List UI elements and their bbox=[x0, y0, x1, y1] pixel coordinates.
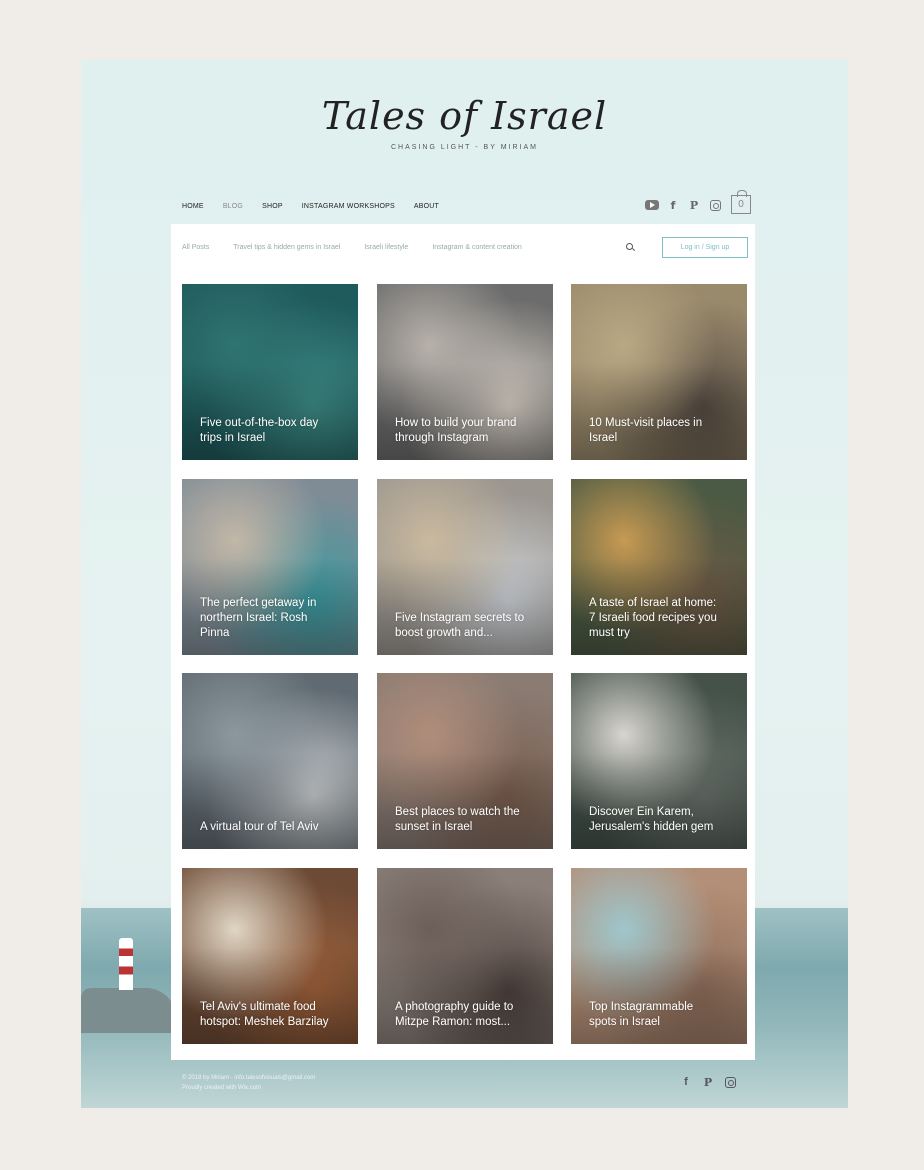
footer-facebook-icon[interactable]: f bbox=[679, 1075, 693, 1089]
logo-name: Tales of Israel bbox=[321, 94, 608, 138]
footer-copyright: © 2018 by Miriam - info.talesofvisuals@g… bbox=[182, 1073, 315, 1093]
post-card[interactable]: A photography guide to Mitzpe Ramon: mos… bbox=[377, 868, 553, 1044]
post-title: Top Instagrammable spots in Israel bbox=[589, 1001, 694, 1028]
post-title: The perfect getaway in northern Israel: … bbox=[200, 597, 317, 639]
site-background: Tales of Israel CHASING LIGHT - BY MIRIA… bbox=[81, 60, 848, 1108]
post-card[interactable]: A virtual tour of Tel Aviv bbox=[182, 673, 358, 849]
breakwater bbox=[81, 988, 176, 1033]
cart-count: 0 bbox=[738, 199, 744, 210]
post-card[interactable]: Top Instagrammable spots in Israel bbox=[571, 868, 747, 1044]
category-filters: All Posts Travel tips & hidden gems in I… bbox=[182, 244, 546, 251]
post-title: A taste of Israel at home: 7 Israeli foo… bbox=[589, 597, 717, 639]
post-title: A virtual tour of Tel Aviv bbox=[200, 821, 319, 833]
pinterest-icon[interactable]: P bbox=[687, 198, 701, 212]
post-title: How to build your brand through Instagra… bbox=[395, 417, 517, 444]
footer-social-bar: f P bbox=[679, 1075, 737, 1089]
post-card[interactable]: Five Instagram secrets to boost growth a… bbox=[377, 479, 553, 655]
post-card[interactable]: Best places to watch the sunset in Israe… bbox=[377, 673, 553, 849]
post-title: A photography guide to Mitzpe Ramon: mos… bbox=[395, 1001, 514, 1028]
filter-travel-tips[interactable]: Travel tips & hidden gems in Israel bbox=[233, 244, 340, 251]
post-title: 10 Must-visit places in Israel bbox=[589, 417, 703, 444]
post-title: Best places to watch the sunset in Israe… bbox=[395, 806, 520, 833]
filter-israeli-lifestyle[interactable]: Israeli lifestyle bbox=[364, 244, 408, 251]
post-title: Discover Ein Karem, Jerusalem's hidden g… bbox=[589, 806, 714, 833]
nav-about[interactable]: ABOUT bbox=[414, 203, 439, 210]
post-card[interactable]: 10 Must-visit places in Israel bbox=[571, 284, 747, 460]
instagram-icon[interactable] bbox=[708, 198, 722, 212]
post-card[interactable]: A taste of Israel at home: 7 Israeli foo… bbox=[571, 479, 747, 655]
login-signup-button[interactable]: Log in / Sign up bbox=[662, 237, 748, 258]
post-title: Five out-of-the-box day trips in Israel bbox=[200, 417, 319, 444]
footer-instagram-icon[interactable] bbox=[723, 1075, 737, 1089]
post-title: Tel Aviv's ultimate food hotspot: Meshek… bbox=[200, 1001, 329, 1028]
nav-home[interactable]: HOME bbox=[182, 203, 204, 210]
post-card[interactable]: The perfect getaway in northern Israel: … bbox=[182, 479, 358, 655]
post-card[interactable]: Tel Aviv's ultimate food hotspot: Meshek… bbox=[182, 868, 358, 1044]
logo-tagline: CHASING LIGHT - BY MIRIAM bbox=[391, 144, 538, 151]
nav-instagram-workshops[interactable]: INSTAGRAM WORKSHOPS bbox=[302, 203, 395, 210]
filter-instagram-content[interactable]: Instagram & content creation bbox=[432, 244, 522, 251]
footer-copy-line1: © 2018 by Miriam - info.talesofvisuals@g… bbox=[182, 1075, 316, 1081]
post-title: Five Instagram secrets to boost growth a… bbox=[395, 612, 525, 639]
nav-shop[interactable]: SHOP bbox=[262, 203, 283, 210]
post-card[interactable]: How to build your brand through Instagra… bbox=[377, 284, 553, 460]
blog-panel: All Posts Travel tips & hidden gems in I… bbox=[171, 224, 755, 1060]
post-card[interactable]: Discover Ein Karem, Jerusalem's hidden g… bbox=[571, 673, 747, 849]
youtube-icon[interactable] bbox=[645, 198, 659, 212]
lighthouse-image bbox=[119, 938, 133, 990]
site-logo[interactable]: Tales of Israel CHASING LIGHT - BY MIRIA… bbox=[81, 94, 848, 151]
search-icon[interactable] bbox=[626, 243, 634, 251]
post-card[interactable]: Five out-of-the-box day trips in Israel bbox=[182, 284, 358, 460]
facebook-icon[interactable]: f bbox=[666, 198, 680, 212]
cart-button[interactable]: 0 bbox=[731, 190, 751, 214]
main-nav: HOME BLOG SHOP INSTAGRAM WORKSHOPS ABOUT bbox=[182, 203, 458, 210]
footer-pinterest-icon[interactable]: P bbox=[701, 1075, 715, 1089]
footer-copy-line2[interactable]: Proudly created with Wix.com bbox=[182, 1083, 315, 1093]
filter-all-posts[interactable]: All Posts bbox=[182, 244, 209, 251]
social-bar: f P bbox=[645, 198, 722, 212]
nav-blog[interactable]: BLOG bbox=[223, 203, 243, 210]
